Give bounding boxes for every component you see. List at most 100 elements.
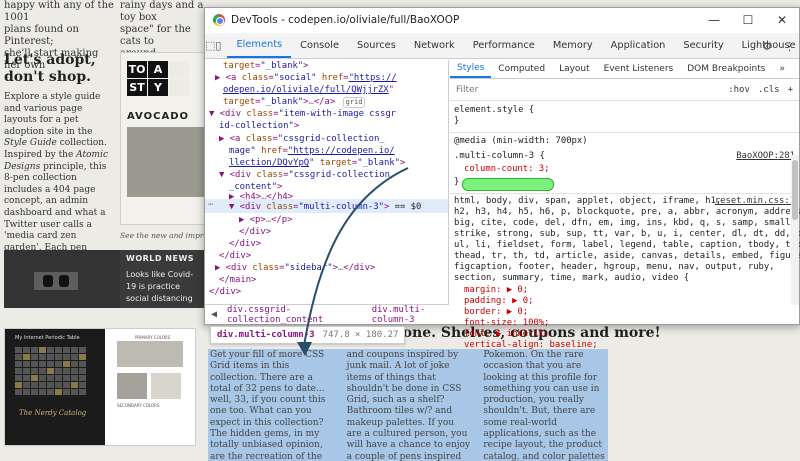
style-guide-preview-image[interactable]: TO A ST Y AVOCADO — [120, 52, 206, 225]
periodic-cell — [15, 382, 22, 388]
periodic-cell — [63, 375, 70, 381]
tab-styles[interactable]: Styles — [450, 60, 492, 78]
css-property[interactable]: font-size: 100%; — [464, 318, 550, 330]
news-card[interactable]: WORLD NEWS Looks like Covid-19 is practi… — [120, 250, 206, 308]
css-source-link[interactable]: reset.min.css:1 — [715, 196, 795, 208]
mag-tile: TO — [127, 61, 147, 78]
styles-scrollbar-thumb[interactable] — [792, 160, 798, 220]
elements-panel[interactable]: ⋯ target="_blank"> ▶ <a class="social" h… — [205, 60, 449, 304]
periodic-cell — [63, 361, 70, 367]
more-tabs-button[interactable]: » — [772, 60, 792, 78]
dom-node[interactable]: ▼ <div class="cssgrid-collection — [219, 169, 390, 181]
periodic-cell — [79, 361, 86, 367]
tab-layout[interactable]: Layout — [552, 60, 597, 78]
breadcrumb-item[interactable]: div.cssgrid-collection_content — [227, 305, 356, 325]
tab-security[interactable]: Security — [674, 33, 732, 58]
periodic-title: My Internet Periodic Table — [15, 335, 80, 341]
tab-application[interactable]: Application — [602, 33, 675, 58]
dom-node[interactable]: ▼ <div class="item-with-image cssgr — [209, 108, 396, 120]
tab-performance[interactable]: Performance — [464, 33, 544, 58]
maximize-button[interactable]: ☐ — [731, 13, 765, 27]
close-button[interactable]: ✕ — [765, 13, 799, 27]
periodic-cell — [63, 368, 70, 374]
periodic-table-preview-image[interactable]: My Internet Periodic Table The Nerdy Cat… — [4, 328, 196, 446]
dom-node[interactable]: ▶ <p>…</p> — [239, 214, 292, 226]
breadcrumb-item[interactable]: div.multi-column-3 — [372, 305, 449, 325]
css-selector: section, summary, time, mark, audio, vid… — [454, 273, 690, 283]
inspect-element-icon[interactable]: ⬚ — [205, 33, 215, 58]
periodic-cell — [71, 347, 78, 353]
periodic-cell — [63, 382, 70, 388]
settings-gear-icon[interactable]: ⚙ — [762, 40, 772, 53]
periodic-cell — [47, 375, 54, 381]
periodic-cell — [71, 382, 78, 388]
minimize-button[interactable]: — — [697, 13, 731, 27]
add-rule-icon[interactable]: + — [788, 85, 793, 95]
periodic-cell — [23, 368, 30, 374]
css-property[interactable]: vertical-align: baseline; — [464, 340, 598, 352]
periodic-cell — [79, 375, 86, 381]
tab-elements[interactable]: Elements — [227, 33, 292, 58]
tooltip-size: 747.8 × 180.27 — [322, 330, 399, 340]
secondary-colors-label: SECONDARY COLORS — [117, 403, 160, 408]
periodic-cell — [23, 382, 30, 388]
news-label: WORLD NEWS — [126, 254, 195, 263]
more-menu-icon[interactable]: ⋮ — [784, 40, 795, 53]
hov-toggle[interactable]: :hov — [728, 85, 750, 95]
dom-node[interactable]: ▶ <div class="sidebar">…</div> — [215, 262, 375, 274]
css-property[interactable]: border: ▶ 0; — [464, 307, 528, 319]
color-swatch — [151, 373, 181, 399]
periodic-cell — [79, 389, 86, 395]
inspect-tooltip: div.multi-column-3 747.8 × 180.27 — [210, 326, 406, 344]
cls-toggle[interactable]: .cls — [758, 85, 780, 95]
periodic-cell — [79, 368, 86, 374]
periodic-cell — [31, 382, 38, 388]
mag-tile: Y — [148, 79, 168, 96]
tab-network[interactable]: Network — [405, 33, 464, 58]
tab-console[interactable]: Console — [291, 33, 348, 58]
css-property-column-count[interactable]: column-count: 3; — [464, 164, 550, 176]
css-property[interactable]: font: ▶ inherit; — [464, 329, 550, 341]
css-property[interactable]: margin: ▶ 0; — [464, 285, 528, 297]
periodic-cell — [31, 389, 38, 395]
tab-computed[interactable]: Computed — [491, 60, 552, 78]
tab-dom-breakpoints[interactable]: DOM Breakpoints — [680, 60, 772, 78]
periodic-cell — [23, 354, 30, 360]
styles-tabbar: Styles Computed Layout Event Listeners D… — [450, 60, 799, 79]
periodic-cell — [39, 361, 46, 367]
tooltip-selector: div.multi-column-3 — [217, 330, 315, 340]
selected-dom-node[interactable]: ▼ <div class="multi-column-3"> == $0 — [229, 201, 421, 213]
multi-column-3: Get your fill of more CSS Grid items in … — [210, 350, 608, 461]
column-text: Pokemon. On the rare occasion that you a… — [483, 350, 605, 461]
periodic-cell — [39, 347, 46, 353]
periodic-cell — [55, 361, 62, 367]
styles-panel: Styles Computed Layout Event Listeners D… — [450, 60, 800, 350]
periodic-cell — [47, 368, 54, 374]
periodic-cell — [39, 389, 46, 395]
css-property[interactable]: padding: ▶ 0; — [464, 296, 533, 308]
device-toolbar-icon[interactable]: ▯ — [215, 33, 221, 58]
tab-memory[interactable]: Memory — [544, 33, 602, 58]
styles-filter-input[interactable] — [456, 84, 656, 95]
color-swatch — [117, 373, 147, 399]
dom-node[interactable]: ▶ <a class="cssgrid-collection_ — [219, 133, 385, 145]
devtools-titlebar[interactable]: DevTools - codepen.io/oliviale/full/BaoX… — [205, 8, 799, 32]
mag-tile: A — [148, 61, 168, 78]
mag-tile — [169, 61, 189, 78]
periodic-cell — [23, 347, 30, 353]
tab-sources[interactable]: Sources — [348, 33, 405, 58]
periodic-cell — [55, 382, 62, 388]
tab-event-listeners[interactable]: Event Listeners — [597, 60, 681, 78]
devtools-tabbar: ⬚ ▯ Elements Console Sources Network Per… — [205, 33, 799, 59]
css-selector: strike, strong, sub, sup, tt, var, b, u,… — [454, 229, 800, 239]
css-selector: ul, li, fieldset, form, label, legend, t… — [454, 240, 800, 250]
periodic-cell — [31, 354, 38, 360]
periodic-cell — [15, 375, 22, 381]
css-source-link[interactable]: BaoXOOP:281 — [736, 151, 795, 163]
periodic-cell — [55, 368, 62, 374]
node-ellipsis[interactable]: ⋯ — [208, 200, 213, 210]
crumb-left-icon[interactable]: ◀ — [211, 309, 217, 320]
periodic-cell — [15, 389, 22, 395]
dom-node[interactable]: ▶ <a class="social" href="https:// — [215, 72, 397, 84]
periodic-cell — [31, 347, 38, 353]
